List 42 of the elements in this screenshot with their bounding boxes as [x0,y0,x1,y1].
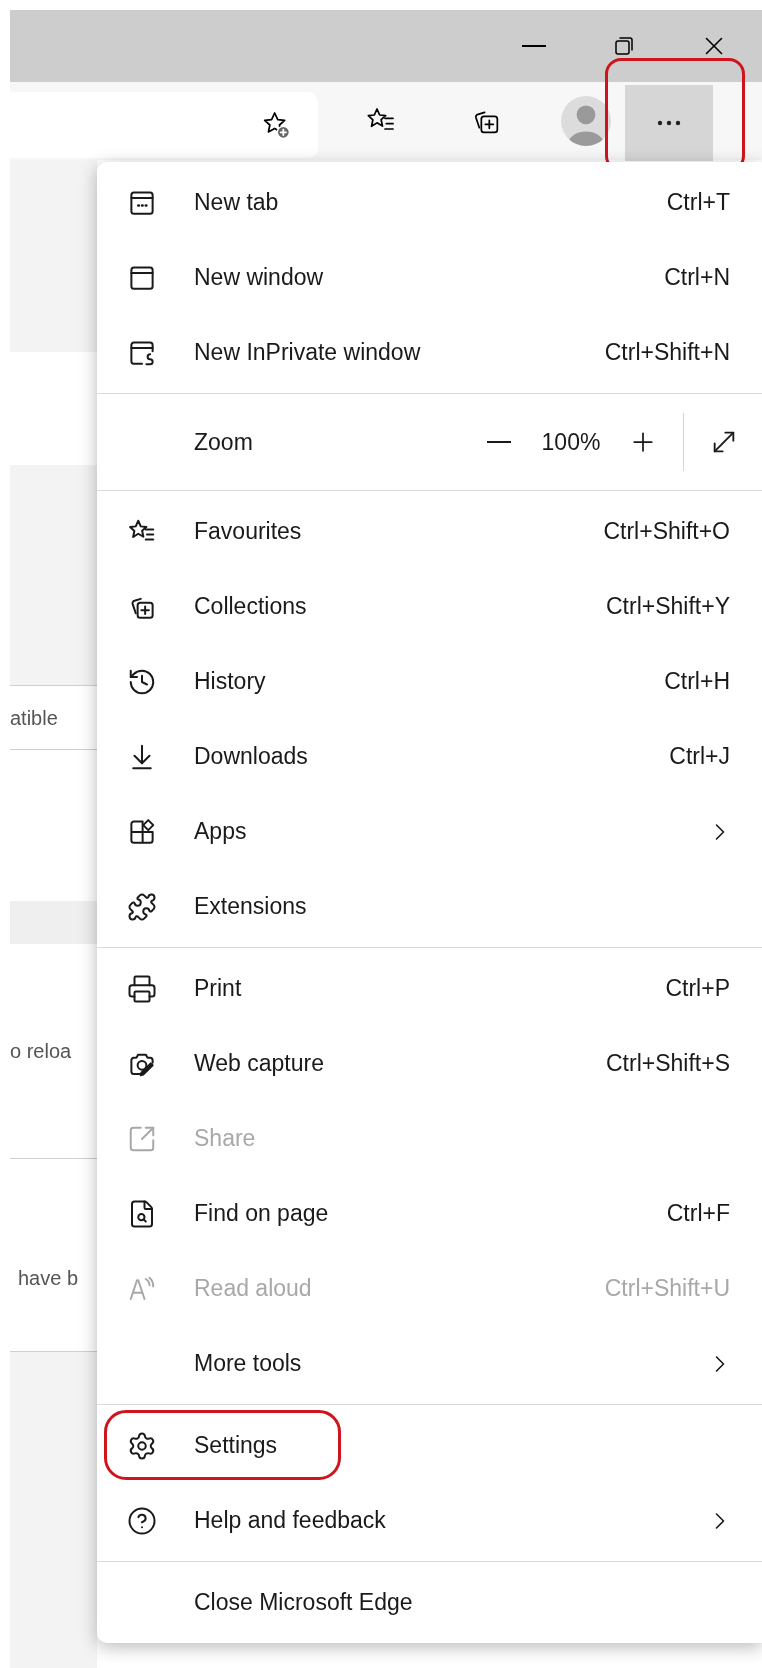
shortcut-text: Ctrl+J [669,742,730,772]
apps-icon [127,816,157,847]
menu-item[interactable]: Print Ctrl+P [97,951,762,1026]
menu-item[interactable]: Downloads Ctrl+J [97,719,762,794]
menu-item[interactable]: More tools [97,1326,762,1401]
profile-button[interactable] [561,96,611,146]
menu-item[interactable]: New tab Ctrl+T [97,165,762,240]
page-text: o reloa [10,1039,72,1064]
shortcut-text: Ctrl+Shift+Y [606,592,730,622]
minus-icon [486,441,512,443]
menu-item[interactable]: Extensions [97,869,762,944]
shortcut-text: Ctrl+F [666,1199,730,1229]
menu-item[interactable]: New window Ctrl+N [97,240,762,315]
shortcut-text: Ctrl+Shift+N [604,338,730,368]
settings-icon [127,1430,157,1461]
menu-item[interactable]: History Ctrl+H [97,644,762,719]
shortcut-text: Ctrl+Shift+S [606,1049,730,1079]
help-icon [127,1505,157,1536]
menu-item[interactable]: Close Microsoft Edge [97,1565,762,1640]
menu-item[interactable]: Settings [97,1408,762,1483]
shortcut-text: Ctrl+Shift+O [603,517,730,547]
menu-item[interactable]: Favourites Ctrl+Shift+O [97,494,762,569]
shortcut-text: Ctrl+N [664,263,730,293]
shortcut-text: Ctrl+Shift+U [604,1274,730,1304]
shortcut-text: Ctrl+H [664,667,730,697]
menu-item[interactable]: Collections Ctrl+Shift+Y [97,569,762,644]
restore-icon [612,34,636,58]
puzzle-icon [127,891,157,922]
more-icon [656,120,682,126]
menu-item[interactable]: Help and feedback [97,1483,762,1558]
zoom-label: Zoom [194,427,254,457]
menu-item[interactable]: Apps [97,794,762,869]
shortcut-text: Ctrl+P [665,974,730,1004]
menu-item[interactable]: New InPrivate window Ctrl+Shift+N [97,315,762,390]
menu-item[interactable]: Web capture Ctrl+Shift+S [97,1026,762,1101]
zoom-level-text: 100% [540,427,602,457]
minimize-icon [521,45,547,47]
page-text: have b [17,1266,79,1291]
menu-item[interactable]: Find on page Ctrl+F [97,1176,762,1251]
shortcut-text: Ctrl+T [666,188,730,218]
page-text: atible [10,705,58,731]
printer-icon [127,973,157,1004]
